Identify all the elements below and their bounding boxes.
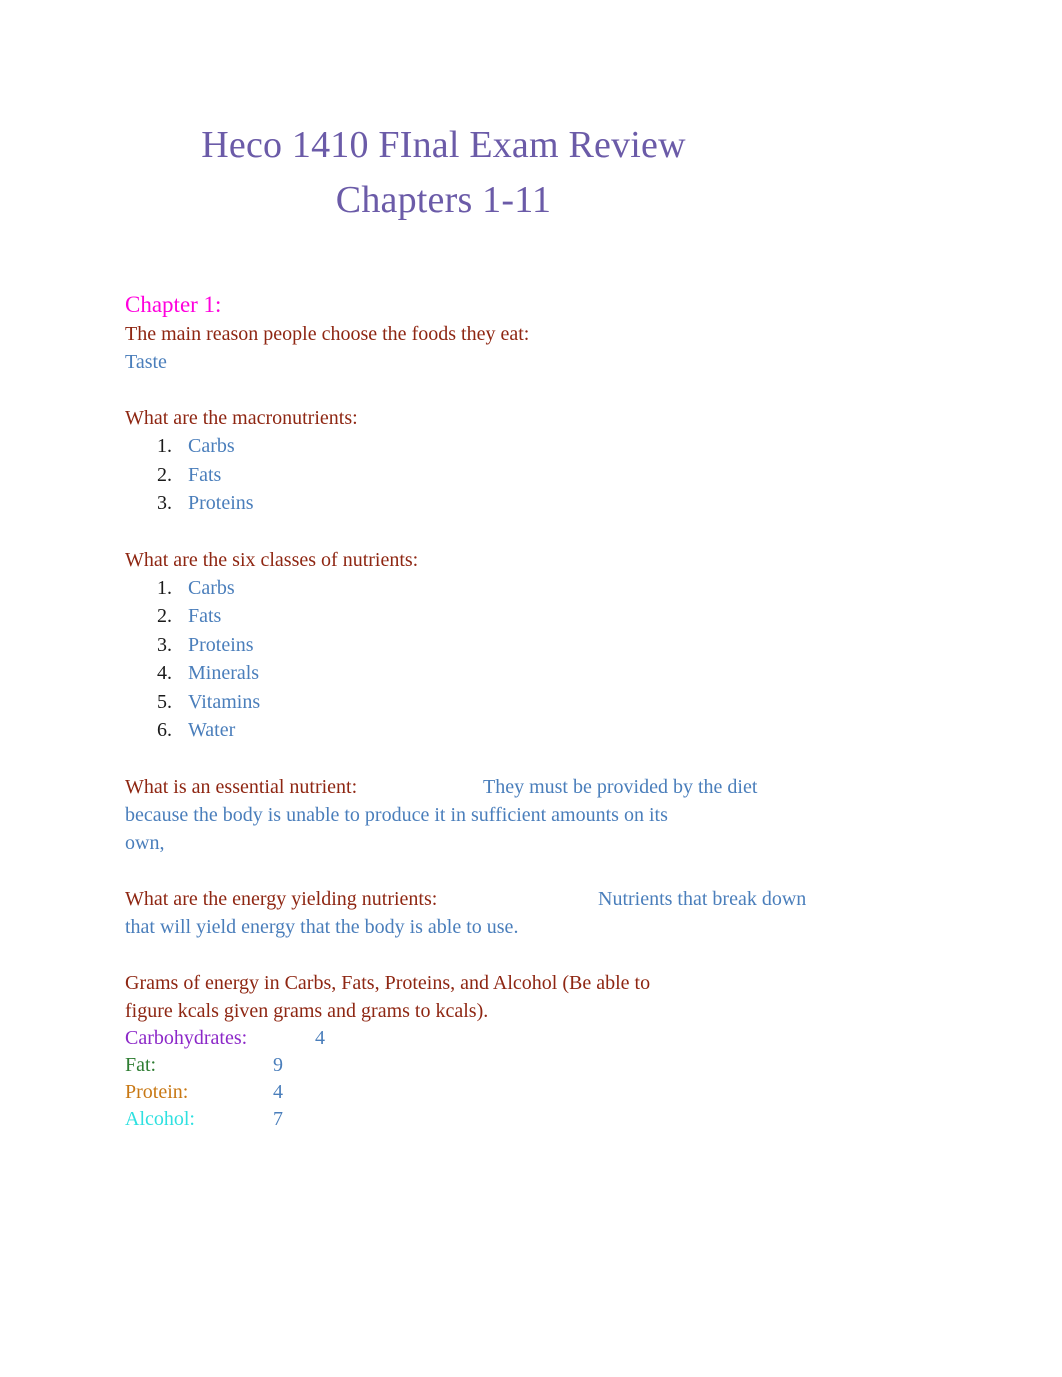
list-item-label: Minerals bbox=[188, 662, 260, 684]
answer-essential-nutrient-line-2: because the body is unable to produce it… bbox=[125, 803, 668, 826]
list-marker: 3. bbox=[157, 633, 172, 656]
list-marker: 5. bbox=[157, 690, 172, 713]
question-energy-yielding-row: What are the energy yielding nutrients: … bbox=[125, 885, 1005, 914]
list-marker: 2. bbox=[157, 463, 172, 486]
answer-energy-yielding-line-1: Nutrients that break down bbox=[598, 887, 807, 910]
chapter-heading: Chapter 1: bbox=[125, 290, 303, 324]
energy-value-carbohydrates: 4 bbox=[315, 1026, 325, 1049]
energy-value-alcohol: 7 bbox=[273, 1107, 283, 1130]
list-marker: 1. bbox=[157, 435, 172, 457]
list-item-label: Carbs bbox=[188, 435, 235, 457]
question-energy-yielding: What are the energy yielding nutrients: bbox=[125, 887, 438, 910]
page-title-line-2: Chapters 1-11 bbox=[335, 179, 552, 221]
document-body: Chapter 1: The main reason people choose… bbox=[125, 290, 1005, 1133]
list-marker: 3. bbox=[157, 492, 172, 514]
answer-energy-yielding-line-2: that will yield energy that the body is … bbox=[125, 915, 519, 938]
question-grams-of-energy-line-2: figure kcals given grams and grams to kc… bbox=[125, 997, 1005, 1026]
list-item: 3. Proteins bbox=[125, 631, 1005, 660]
question-grams-of-energy-line-1: Grams of energy in Carbs, Fats, Proteins… bbox=[125, 969, 1005, 998]
chapter-heading-row: Chapter 1: bbox=[125, 290, 1005, 324]
list-item-label: Proteins bbox=[188, 492, 254, 514]
energy-label-carbohydrates: Carbohydrates: bbox=[125, 1026, 248, 1049]
answer-main-reason: Taste bbox=[125, 351, 167, 373]
question-essential-nutrient: What is an essential nutrient: bbox=[125, 775, 358, 798]
list-item: 4. Minerals bbox=[125, 659, 1005, 688]
list-item: 3. Proteins bbox=[125, 489, 1005, 518]
list-item: 1. Carbs bbox=[125, 574, 1005, 603]
question-six-classes: What are the six classes of nutrients: bbox=[125, 546, 1005, 575]
list-six-classes: 1. Carbs 2. Fats 3. Proteins 4. Minerals… bbox=[125, 574, 1005, 745]
answer-essential-nutrient-line-3: own, bbox=[125, 831, 165, 854]
energy-row-alcohol: Alcohol: 7 bbox=[125, 1106, 1005, 1133]
list-marker: 1. bbox=[157, 576, 172, 599]
energy-row-protein: Protein: 4 bbox=[125, 1079, 1005, 1106]
answer-essential-nutrient-line-1: They must be provided by the diet bbox=[483, 775, 758, 798]
list-marker: 2. bbox=[157, 605, 172, 627]
list-item-label: Water bbox=[188, 719, 236, 741]
list-item: 6. Water bbox=[125, 716, 1005, 745]
list-item-label: Proteins bbox=[188, 633, 254, 656]
list-item: 2. Fats bbox=[125, 602, 1005, 631]
energy-label-fat: Fat: bbox=[125, 1053, 157, 1076]
list-macronutrients: 1. Carbs 2. Fats 3. Proteins bbox=[125, 432, 1005, 518]
page-title-line-1: Heco 1410 FInal Exam Review bbox=[201, 124, 686, 166]
list-item-label: Vitamins bbox=[188, 690, 261, 713]
document-title-block: Heco 1410 FInal Exam Review Chapters 1-1… bbox=[125, 118, 762, 228]
list-item: 5. Vitamins bbox=[125, 688, 1005, 717]
list-item-label: Fats bbox=[188, 605, 222, 627]
list-marker: 4. bbox=[157, 662, 172, 684]
list-item: 1. Carbs bbox=[125, 432, 1005, 461]
list-marker: 6. bbox=[157, 719, 172, 741]
document-page: Heco 1410 FInal Exam Review Chapters 1-1… bbox=[0, 0, 1062, 1377]
question-main-reason: The main reason people choose the foods … bbox=[125, 320, 1005, 349]
list-item-label: Fats bbox=[188, 463, 222, 486]
energy-value-protein: 4 bbox=[273, 1080, 283, 1103]
energy-row-fat: Fat: 9 bbox=[125, 1052, 1005, 1079]
energy-value-fat: 9 bbox=[273, 1053, 283, 1076]
list-item-label: Carbs bbox=[188, 576, 235, 599]
list-item: 2. Fats bbox=[125, 461, 1005, 490]
question-essential-nutrient-row: What is an essential nutrient: They must… bbox=[125, 773, 1005, 802]
energy-label-alcohol: Alcohol: bbox=[125, 1107, 195, 1130]
energy-label-protein: Protein: bbox=[125, 1080, 189, 1103]
question-macronutrients: What are the macronutrients: bbox=[125, 404, 1005, 433]
energy-row-carbohydrates: Carbohydrates: 4 bbox=[125, 1025, 1005, 1052]
